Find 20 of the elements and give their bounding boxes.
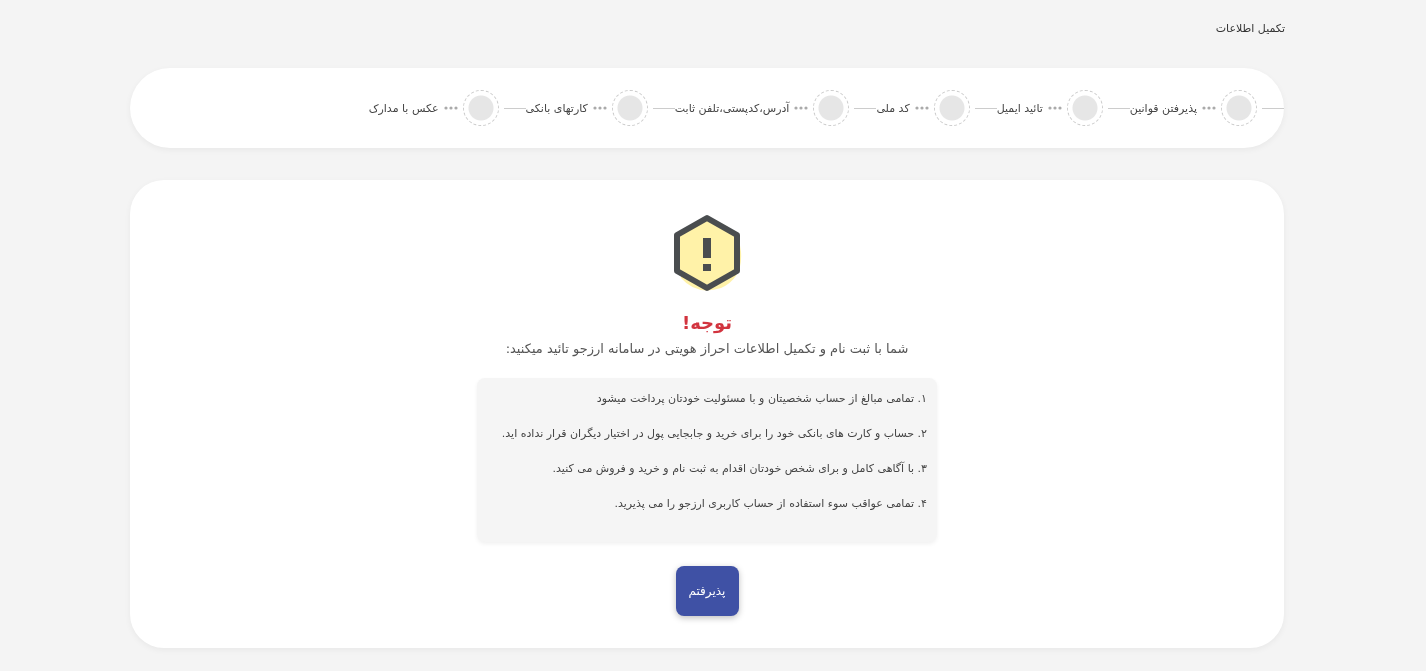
notice-heading: توجه!	[681, 312, 733, 333]
step-label[interactable]: کارتهای بانکی	[525, 101, 588, 115]
term-text: ۴. تمامی عواقب سوء استفاده از حساب کاربری ارزجو را می پذیرید.	[613, 497, 927, 512]
dots-icon	[1047, 106, 1062, 110]
step-label[interactable]: عکس با مدارک	[368, 101, 439, 115]
dots-icon	[794, 106, 809, 110]
notice-intro: شما با ثبت نام و تکمیل اطلاعات احراز هویتی در سامانه ارزجو تائید میکنید:	[505, 341, 909, 356]
step-label[interactable]: کد ملی	[876, 101, 910, 115]
term-text: ۲. حساب و کارت های بانکی خود را برای خرید و جابجایی پول در اختیار دیگران قرار نداده اید.	[500, 427, 927, 442]
step-label[interactable]: تائید ایمیل	[996, 101, 1043, 115]
page-title: تکمیل اطلاعات	[1215, 22, 1285, 35]
step-label[interactable]: آدرس،کدپستی،تلفن ثابت	[674, 101, 790, 115]
step-label[interactable]: پذیرفتن قوانین	[1129, 101, 1197, 115]
accept-button[interactable]: پذیرفتم	[675, 566, 739, 616]
term-text: ۳. با آگاهی کامل و برای شخص خودتان اقدام به ثبت نام و خرید و فروش می کنید.	[551, 462, 927, 477]
term-text: ۱. تمامی مبالغ از حساب شخصیتان و با مسئولیت خودتان پرداخت میشود	[595, 392, 927, 407]
dots-icon	[914, 106, 929, 110]
dots-icon	[592, 106, 607, 110]
dots-icon	[1202, 106, 1216, 110]
dots-icon	[443, 106, 458, 110]
